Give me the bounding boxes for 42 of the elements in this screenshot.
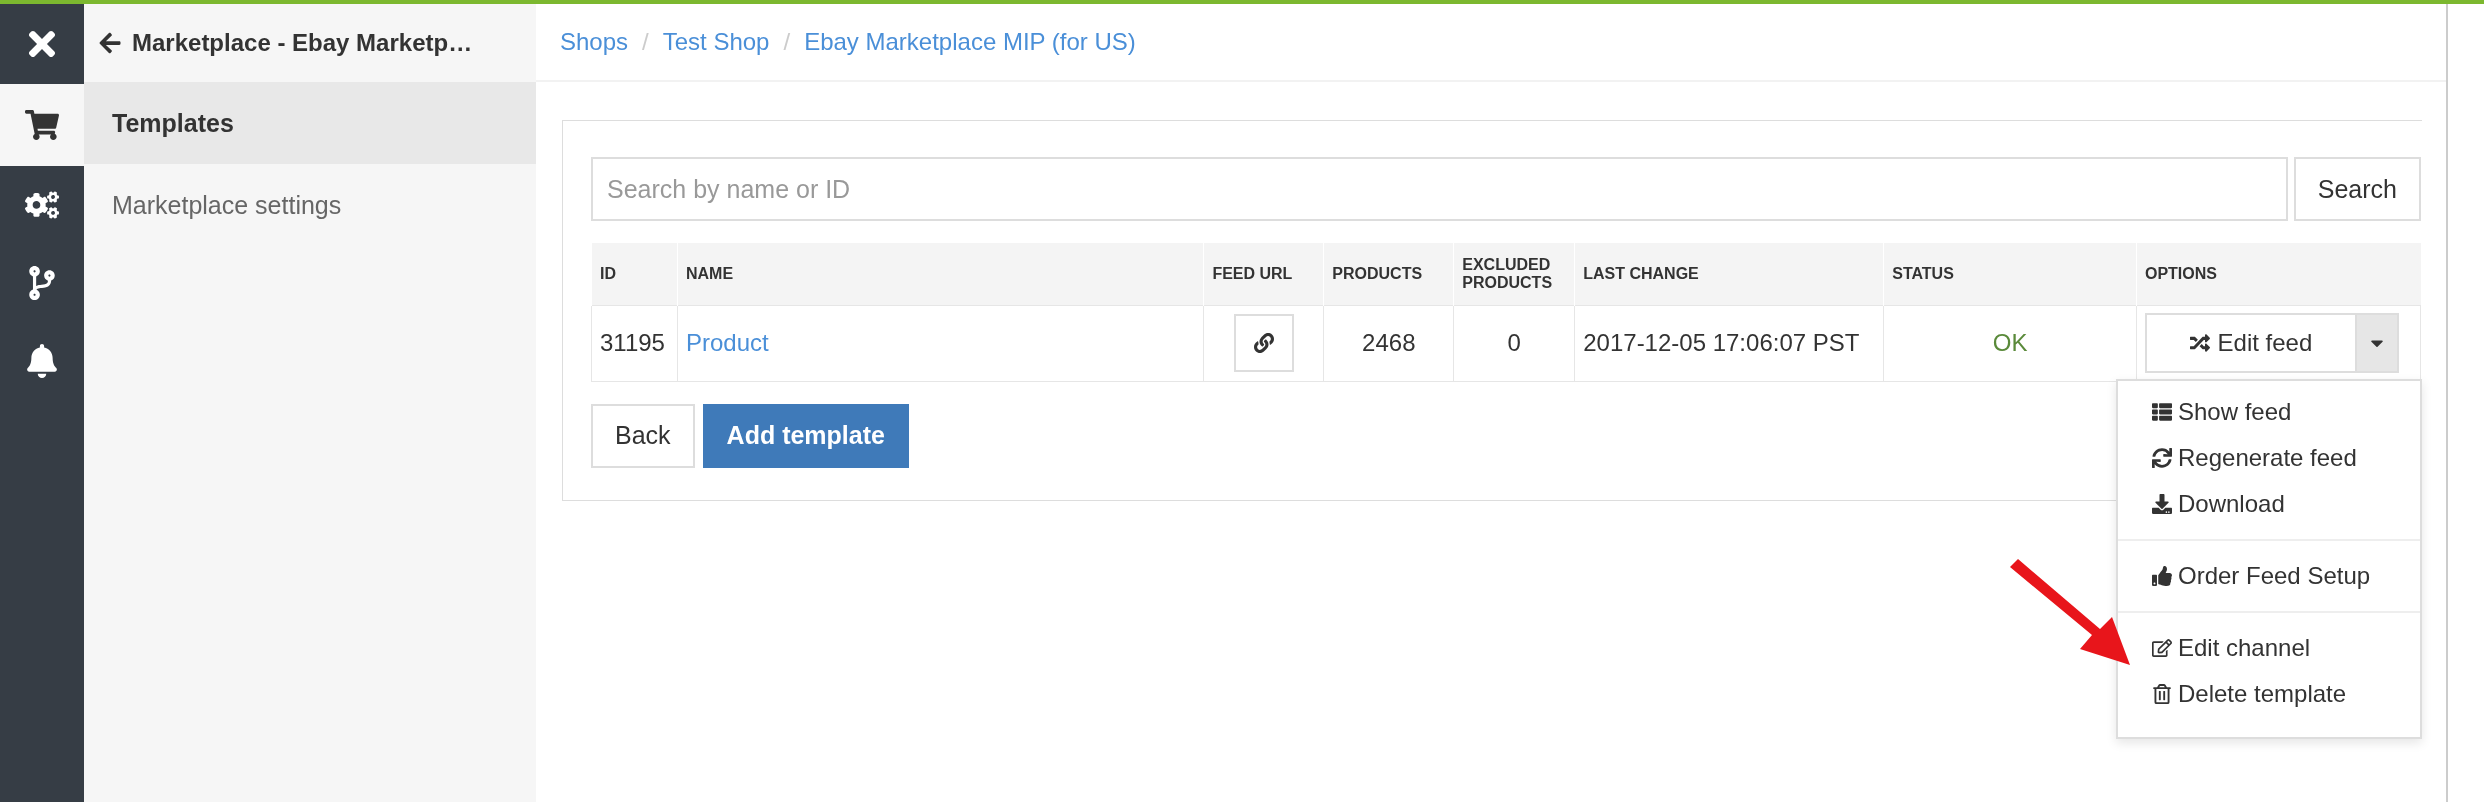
sidebar-item[interactable]: Marketplace settings [84, 164, 536, 246]
sidebar-item[interactable]: Templates [84, 82, 536, 164]
column-header: FEED URL [1203, 243, 1324, 305]
search-button[interactable]: Search [2293, 157, 2421, 221]
back-arrow-icon[interactable] [98, 31, 122, 55]
menu-item[interactable]: Delete template [2118, 671, 2420, 717]
column-header: ID [591, 243, 678, 305]
link-icon [1253, 333, 1274, 353]
bell-icon [25, 344, 59, 378]
shuffle-icon [2189, 333, 2210, 353]
search-field[interactable]: Search by name or ID [591, 157, 2288, 221]
column-header: NAME [677, 243, 1204, 305]
menu-item[interactable]: Show feed [2118, 389, 2420, 435]
column-header: EXCLUDED PRODUCTS [1453, 243, 1575, 305]
status-text: OK [1992, 329, 2028, 356]
edit-feed-button[interactable]: Edit feed [2144, 313, 2355, 373]
cart-icon [25, 108, 59, 142]
menu-item[interactable]: Regenerate feed [2118, 435, 2420, 481]
table-cell: 0 [1453, 305, 1575, 381]
column-header: STATUS [1883, 243, 2137, 305]
trash-icon [2152, 684, 2172, 704]
column-header: OPTIONS [2136, 243, 2421, 305]
menu-item[interactable]: Edit channel [2118, 625, 2420, 671]
column-header: PRODUCTS [1323, 243, 1454, 305]
table-cell: 2468 [1323, 305, 1454, 381]
thumbs-up-icon [2152, 566, 2172, 586]
dropdown-toggle[interactable] [2354, 313, 2399, 373]
feed-url-button[interactable] [1233, 314, 1294, 372]
breadcrumb-separator: / [783, 28, 791, 56]
column-header: LAST CHANGE [1574, 243, 1884, 305]
sidebar-title: Marketplace - Ebay Marketp… [132, 29, 473, 57]
add-template-button[interactable]: Add template [702, 403, 909, 468]
breadcrumb-separator: / [642, 28, 649, 56]
refresh-icon [2152, 448, 2172, 468]
menu-item[interactable]: Order Feed Setup [2118, 553, 2420, 599]
edit-icon [2152, 638, 2172, 658]
menu-item[interactable]: Download [2118, 481, 2420, 527]
table-cell: 2017-12-05 17:06:07 PST [1574, 305, 1884, 381]
back-button[interactable]: Back [591, 403, 695, 468]
table-cell: 31195 [591, 305, 678, 381]
download-icon [2152, 494, 2172, 514]
list-icon [2152, 402, 2172, 422]
